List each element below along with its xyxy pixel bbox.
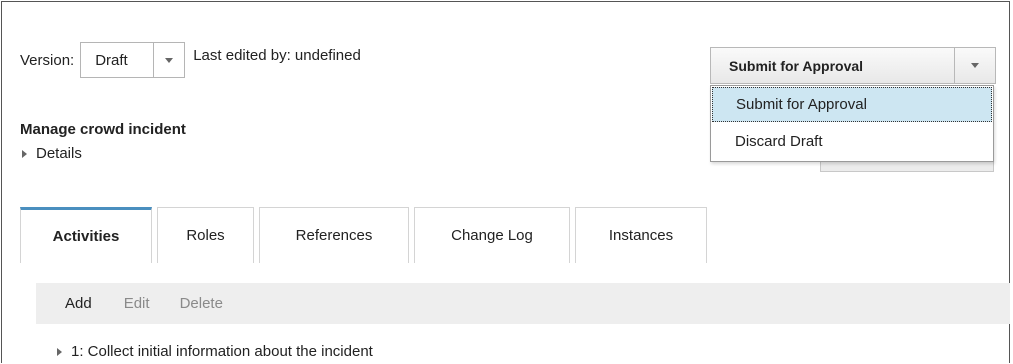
tab-bar: Activities Roles References Change Log I… [20, 207, 712, 263]
menu-item-submit-for-approval[interactable]: Submit for Approval [712, 87, 992, 122]
chevron-right-icon [22, 149, 27, 158]
chevron-down-icon [165, 57, 174, 63]
menu-item-discard-draft[interactable]: Discard Draft [711, 123, 993, 160]
submit-options-menu: Submit for Approval Discard Draft [710, 85, 994, 162]
details-toggle[interactable]: Details [22, 145, 82, 162]
submit-split-button: Submit for Approval [710, 47, 996, 84]
delete-button[interactable]: Delete [180, 295, 223, 312]
submit-options-toggle[interactable] [954, 48, 995, 83]
version-label: Version: [20, 51, 75, 69]
version-row: Version: Draft Last edited by: undefined [20, 42, 361, 78]
tab-roles[interactable]: Roles [157, 207, 254, 263]
tab-references[interactable]: References [259, 207, 409, 263]
version-select[interactable]: Draft [80, 42, 186, 78]
tab-instances[interactable]: Instances [575, 207, 707, 263]
details-label: Details [36, 145, 82, 162]
process-title: Manage crowd incident [20, 121, 186, 138]
list-item[interactable]: 1: Collect initial information about the… [57, 343, 373, 360]
tab-activities[interactable]: Activities [20, 207, 152, 263]
activities-toolbar: Add Edit Delete [36, 283, 1010, 324]
last-edited-text: Last edited by: undefined [193, 46, 361, 64]
chevron-down-icon [971, 63, 979, 68]
edit-button[interactable]: Edit [124, 295, 150, 312]
version-selected-value: Draft [95, 51, 128, 69]
submit-for-approval-button[interactable]: Submit for Approval [711, 48, 954, 83]
version-dropdown-button[interactable] [153, 43, 184, 77]
tab-change-log[interactable]: Change Log [414, 207, 570, 263]
chevron-right-icon[interactable] [57, 347, 62, 356]
add-button[interactable]: Add [65, 295, 92, 312]
activity-label: 1: Collect initial information about the… [71, 343, 373, 360]
